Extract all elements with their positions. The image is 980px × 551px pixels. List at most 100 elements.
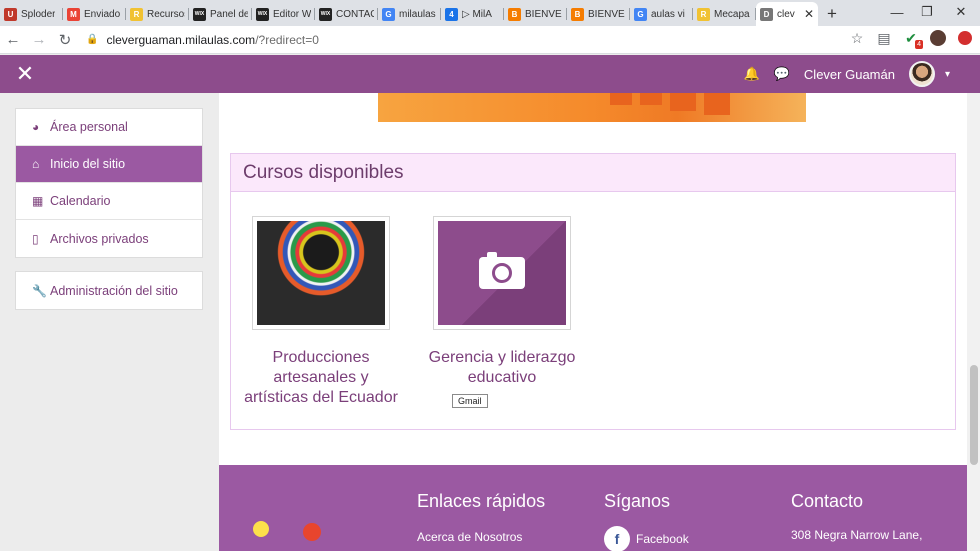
- tab-label: clev: [777, 8, 795, 20]
- tab-favicon-icon: B: [571, 7, 584, 21]
- browser-tab[interactable]: B BIENVE: [504, 2, 567, 26]
- page-scrollbar[interactable]: [967, 93, 980, 551]
- calendar-icon: ▦: [32, 194, 44, 208]
- footer-follow: Síganos f Facebook: [604, 491, 689, 551]
- reader-icon[interactable]: ▤: [875, 29, 893, 47]
- reload-button[interactable]: ↻: [52, 27, 78, 53]
- browser-tab[interactable]: 4 ▷ MilA: [441, 2, 504, 26]
- dashboard-icon: ◕: [32, 120, 40, 134]
- new-tab-button[interactable]: +: [818, 2, 846, 26]
- sidebar-item-1[interactable]: ⌂ Inicio del sitio: [16, 146, 202, 183]
- chevron-down-icon[interactable]: ▾: [945, 69, 950, 80]
- tab-label: aulas vi: [651, 8, 685, 20]
- url-path: /?redirect=0: [255, 32, 319, 47]
- url-host: cleverguaman.milaulas.com: [106, 32, 256, 47]
- browser-tab[interactable]: Dclev ✕: [756, 2, 818, 26]
- profile-avatar-icon[interactable]: [929, 29, 947, 47]
- browser-tab[interactable]: WIX Editor W: [252, 2, 315, 26]
- user-name[interactable]: Clever Guamán: [804, 67, 895, 82]
- course-card[interactable]: Producciones artesanales y artísticas de…: [243, 216, 399, 408]
- tab-label: Sploder: [21, 8, 56, 20]
- banner-image: [378, 93, 806, 122]
- footer-kids-illustration: [251, 517, 331, 551]
- forward-button[interactable]: →: [26, 27, 52, 53]
- wrench-icon: 🔧: [32, 283, 47, 298]
- tab-label: Editor W: [273, 8, 311, 20]
- browser-tab-strip: U Sploder M Enviado R Recursos WIX Panel de WIX E…: [0, 0, 980, 26]
- scrollbar-thumb[interactable]: [970, 365, 978, 465]
- courses-heading: Cursos disponibles: [231, 154, 955, 192]
- tab-label: ▷ MilA: [462, 8, 492, 20]
- sidebar-item-label: Área personal: [50, 120, 128, 134]
- tooltip: Gmail: [452, 394, 488, 408]
- minimize-button[interactable]: —: [882, 0, 912, 24]
- home-icon: ⌂: [32, 157, 40, 171]
- tab-label: Mecapa: [714, 8, 750, 20]
- tab-favicon-icon: D: [760, 7, 773, 21]
- sidebar-item-admin[interactable]: 🔧 Administración del sitio: [16, 272, 202, 309]
- chat-icon[interactable]: 💬: [774, 66, 790, 82]
- site-footer: Enlaces rápidos Acerca de Nosotros Sígan…: [219, 465, 967, 551]
- course-title[interactable]: Producciones artesanales y artísticas de…: [243, 348, 399, 408]
- browser-tab[interactable]: M Enviado: [63, 2, 126, 26]
- tab-favicon-icon: B: [508, 7, 521, 21]
- nav-drawer-main: ◕ Área personal ⌂ Inicio del sitio ▦ Calendar…: [15, 108, 203, 258]
- sidebar-item-label: Inicio del sitio: [50, 157, 126, 171]
- sidebar-item-label: Archivos privados: [50, 231, 149, 246]
- tab-label: milaulas: [399, 8, 436, 20]
- back-button[interactable]: ←: [0, 27, 26, 53]
- tab-favicon-icon: WIX: [193, 7, 206, 21]
- main-content: Cursos disponibles Producciones artesana…: [219, 93, 967, 551]
- facebook-icon: f: [604, 526, 630, 551]
- tab-favicon-icon: R: [697, 7, 710, 21]
- close-tab-icon[interactable]: ✕: [804, 7, 814, 21]
- extension-badge: 4: [915, 40, 923, 49]
- bell-icon[interactable]: 🔔: [744, 66, 760, 82]
- avatar[interactable]: [908, 61, 935, 87]
- tab-favicon-icon: G: [382, 7, 395, 21]
- address-bar[interactable]: 🔒 cleverguaman.milaulas.com /?redirect=0: [86, 33, 319, 47]
- tab-label: CONTAC: [336, 8, 374, 20]
- tab-favicon-icon: M: [67, 7, 80, 21]
- opera-icon[interactable]: [956, 29, 974, 47]
- tab-favicon-icon: 4: [445, 7, 458, 21]
- browser-tab[interactable]: WIX CONTAC: [315, 2, 378, 26]
- browser-tab[interactable]: Gaulas vi: [630, 2, 693, 26]
- tab-label: Panel de: [210, 8, 248, 20]
- tab-favicon-icon: G: [634, 7, 647, 21]
- site-navbar: ✕ 🔔 💬 Clever Guamán ▾: [0, 55, 980, 93]
- browser-tab[interactable]: WIX Panel de: [189, 2, 252, 26]
- footer-heading: Síganos: [604, 491, 671, 511]
- course-title[interactable]: Gerencia y liderazgo educativo: [424, 348, 580, 388]
- footer-link-about[interactable]: Acerca de Nosotros: [417, 530, 545, 544]
- sidebar-item-label: Administración del sitio: [50, 283, 178, 298]
- footer-quick-links: Enlaces rápidos Acerca de Nosotros: [417, 491, 545, 544]
- sidebar-item-3[interactable]: ▯ Archivos privados: [16, 220, 202, 257]
- sidebar-item-2[interactable]: ▦ Calendario: [16, 183, 202, 220]
- sidebar-item-0[interactable]: ◕ Área personal: [16, 109, 202, 146]
- browser-tab[interactable]: U Sploder: [0, 2, 63, 26]
- course-image[interactable]: [252, 216, 390, 330]
- extension-shield-icon[interactable]: ✔ 4: [902, 29, 923, 49]
- footer-address: 308 Negra Narrow Lane,: [791, 528, 923, 542]
- browser-tab[interactable]: B BIENVE: [567, 2, 630, 26]
- tab-favicon-icon: R: [130, 7, 143, 21]
- close-drawer-button[interactable]: ✕: [0, 55, 50, 93]
- tab-label: BIENVE: [588, 8, 625, 20]
- tab-label: BIENVE: [525, 8, 562, 20]
- browser-tab[interactable]: R Recursos: [126, 2, 189, 26]
- nav-drawer: ◕ Área personal ⌂ Inicio del sitio ▦ Calendar…: [15, 108, 203, 310]
- browser-tab[interactable]: Gmilaulas: [378, 2, 441, 26]
- browser-toolbar: ← → ↻ 🔒 cleverguaman.milaulas.com /?redi…: [0, 26, 980, 54]
- tab-favicon-icon: WIX: [319, 7, 332, 21]
- course-card[interactable]: Gerencia y liderazgo educativo: [424, 216, 580, 388]
- browser-tab[interactable]: R Mecapa: [693, 2, 756, 26]
- footer-contact: Contacto 308 Negra Narrow Lane,: [791, 491, 922, 542]
- course-image[interactable]: [433, 216, 571, 330]
- file-icon: ▯: [32, 231, 39, 246]
- bookmark-star-icon[interactable]: ☆: [848, 29, 866, 47]
- footer-link-facebook[interactable]: f Facebook: [604, 526, 689, 551]
- close-window-button[interactable]: ✕: [946, 0, 976, 24]
- nav-drawer-admin: 🔧 Administración del sitio: [15, 271, 203, 310]
- maximize-button[interactable]: ❐: [912, 0, 942, 24]
